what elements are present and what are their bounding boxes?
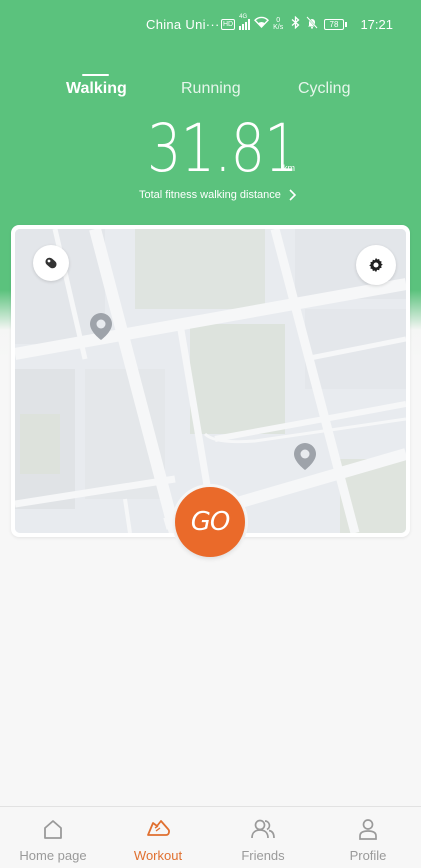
go-button[interactable]: GO [172,484,248,560]
system-icons: 78 [291,15,347,32]
go-label: GO [175,487,245,557]
distance-value: 31.81 [147,110,299,187]
nav-friends-label: Friends [241,848,285,863]
network-icons: HD 4G 0 K/s [221,14,283,33]
bluetooth-icon [291,15,300,32]
nav-profile-label: Profile [349,848,387,863]
active-tab-indicator [82,74,109,76]
network-speed: 0 K/s [273,17,283,31]
running-shoe-icon [147,820,170,836]
tab-cycling[interactable]: Cycling [298,80,350,98]
shoe-tag-icon [45,257,57,269]
chevron-right-icon [289,189,296,201]
gear-icon [369,257,383,273]
tab-walking[interactable]: Walking [66,80,127,98]
wifi-icon [254,15,270,33]
home-icon [44,820,62,839]
mute-bell-icon [306,16,318,32]
nav-profile[interactable]: Profile [323,815,413,863]
carrier-name: China Uni··· [146,17,220,32]
distance-unit: km [283,163,295,173]
clock: 17:21 [360,17,393,32]
4g-label: 4G [239,13,248,20]
distance-summary: 31.81 km [0,114,421,184]
distance-detail-link[interactable]: Total fitness walking distance [139,188,297,202]
nav-home[interactable]: Home page [8,815,98,863]
tab-running[interactable]: Running [181,80,241,98]
hd-icon: HD [221,18,236,30]
settings-button[interactable] [356,245,396,285]
workout-screen: China Uni··· HD 4G 0 K/s 78 17:21 Walkin… [0,0,421,868]
distance-label: Total fitness walking distance [139,189,281,201]
signal-icon: 4G [239,14,251,30]
location-pin-icon[interactable] [291,442,319,474]
nav-friends[interactable]: Friends [218,815,308,863]
bottom-nav: Home page Workout Friends Profile [0,806,421,868]
battery-icon: 78 [324,18,347,30]
battery-level: 78 [324,18,344,30]
speed-value: 0 [276,17,281,24]
sport-tabs: Walking Running Cycling [0,72,421,112]
shoe-tag-button[interactable] [33,245,69,281]
speed-unit: K/s [273,24,284,31]
friends-icon [251,819,275,839]
nav-workout[interactable]: Workout [113,815,203,863]
nav-home-label: Home page [19,848,87,863]
profile-icon [359,819,377,840]
status-bar: China Uni··· HD 4G 0 K/s 78 17:21 [0,0,421,46]
nav-workout-label: Workout [133,848,183,863]
location-pin-icon[interactable] [87,312,115,344]
